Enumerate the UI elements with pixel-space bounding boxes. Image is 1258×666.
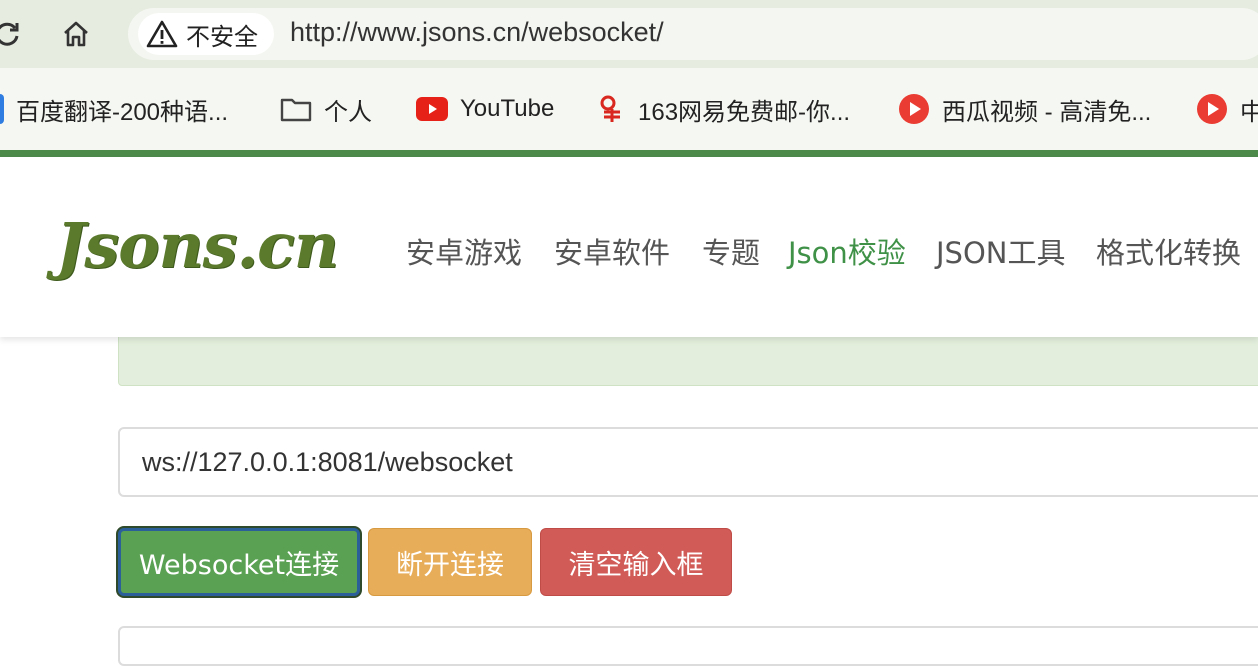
home-icon[interactable] xyxy=(54,12,98,56)
reload-icon[interactable] xyxy=(0,12,30,56)
bookmark-youtube[interactable]: YouTube xyxy=(416,92,554,126)
nav-json-tools[interactable]: JSON工具 xyxy=(936,230,1065,272)
clear-input-button[interactable]: 清空输入框 xyxy=(540,528,732,596)
netease-icon xyxy=(600,95,620,122)
youtube-icon xyxy=(416,97,448,121)
bookmark-163[interactable]: 163网易免费邮-你... xyxy=(598,92,850,126)
browser-toolbar: 不安全 http://www.jsons.cn/websocket/ xyxy=(0,0,1258,68)
warning-icon xyxy=(146,20,178,48)
site-logo[interactable]: Jsons.cn xyxy=(56,209,339,282)
bookmarks-bar: 百度翻译-200种语... 个人 YouTube 163网易免费邮-你... 西… xyxy=(0,68,1258,150)
message-textarea[interactable] xyxy=(118,626,1258,666)
baidu-translate-icon xyxy=(0,94,4,124)
bookmark-xigua[interactable]: 西瓜视频 - 高清免... xyxy=(898,92,1151,126)
top-accent-line xyxy=(0,150,1258,157)
bookmark-xigua-2[interactable]: 中 xyxy=(1196,92,1258,126)
nav-format-convert[interactable]: 格式化转换 xyxy=(1096,230,1241,272)
bookmark-baidu-translate[interactable]: 百度翻译-200种语... xyxy=(0,92,228,126)
nav-json-validate[interactable]: Json校验 xyxy=(788,230,906,272)
nav-android-games[interactable]: 安卓游戏 xyxy=(406,230,522,272)
xigua-icon xyxy=(1197,94,1227,124)
bookmark-folder-personal[interactable]: 个人 xyxy=(280,92,372,126)
nav-topics[interactable]: 专题 xyxy=(702,230,760,272)
connect-button[interactable]: Websocket连接 xyxy=(118,528,360,596)
nav-android-software[interactable]: 安卓软件 xyxy=(554,230,670,272)
security-label: 不安全 xyxy=(186,22,258,51)
security-indicator[interactable]: 不安全 xyxy=(138,13,274,55)
websocket-url-input[interactable] xyxy=(118,427,1258,497)
xigua-icon xyxy=(899,94,929,124)
site-header: Jsons.cn 安卓游戏 安卓软件 专题 Json校验 JSON工具 格式化转… xyxy=(0,157,1258,337)
disconnect-button[interactable]: 断开连接 xyxy=(368,528,532,596)
url-text[interactable]: http://www.jsons.cn/websocket/ xyxy=(290,17,664,48)
folder-icon xyxy=(280,98,312,122)
